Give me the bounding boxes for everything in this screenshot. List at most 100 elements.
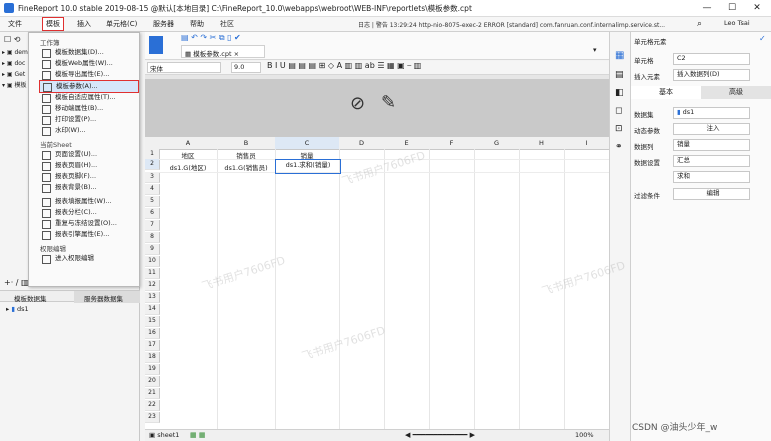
sheet-tab[interactable]: ▣ sheet1	[149, 431, 179, 439]
menu-item-adaptive-attributes[interactable]: 模板自适应属性(T)...	[39, 92, 137, 103]
row-header[interactable]: 3	[145, 172, 160, 183]
column-header-h[interactable]: H	[519, 137, 565, 150]
row-header[interactable]: 7	[145, 220, 160, 231]
column-header-b[interactable]: B	[217, 137, 276, 150]
sum-select[interactable]: 求和	[673, 171, 750, 183]
column-header-f[interactable]: F	[429, 137, 475, 150]
row-header[interactable]: 13	[145, 292, 160, 303]
menu-template[interactable]: 模板	[42, 17, 64, 31]
row-header[interactable]: 2	[145, 159, 160, 170]
dataset-item[interactable]: ▸ ▮ ds1	[6, 305, 29, 313]
data-column-select[interactable]: 销量	[673, 139, 750, 151]
tree-item[interactable]: ▸ ▣ doc	[2, 58, 28, 69]
sidebar-toolbar-icons[interactable]: ☐ ⟲	[4, 35, 20, 44]
menu-file[interactable]: 文件	[8, 19, 22, 29]
row-header[interactable]: 23	[145, 412, 160, 423]
row-header[interactable]: 10	[145, 256, 160, 267]
tree-item[interactable]: ▸ ▣ Get	[2, 69, 28, 80]
menu-cell[interactable]: 单元格(C)	[106, 19, 137, 29]
search-icon[interactable]: ⌕	[697, 19, 702, 29]
menu-item-watermark[interactable]: 水印(W)...	[39, 125, 137, 136]
horizontal-scrollbar[interactable]: ◀ ━━━━━━━━━━━━━ ▶	[405, 431, 475, 439]
minimize-button[interactable]: —	[700, 2, 714, 14]
user-name[interactable]: Leo Tsai	[724, 19, 750, 27]
cell-c2-selected[interactable]: ds1.求和(销量)	[275, 159, 341, 174]
column-header-e[interactable]: E	[384, 137, 430, 150]
menu-item-print-settings[interactable]: 打印设置(P)...	[39, 114, 137, 125]
tree-item[interactable]: ▸ ▣ dem	[2, 47, 28, 58]
condition-icon[interactable]: ⊡	[615, 124, 623, 134]
tab-list-icon[interactable]: ▾	[593, 46, 597, 54]
style-icon[interactable]: ◧	[615, 88, 624, 98]
column-header-c[interactable]: C	[275, 137, 340, 150]
row-header[interactable]: 19	[145, 364, 160, 375]
row-header[interactable]: 18	[145, 352, 160, 363]
spreadsheet-grid[interactable]: A B C D E F G H I 1 2 3 4 5 6 7 8 9 10 1…	[145, 137, 610, 429]
row-header[interactable]: 6	[145, 208, 160, 219]
row-header[interactable]: 15	[145, 316, 160, 327]
menu-item-fill-attributes[interactable]: 报表填报属性(W)...	[39, 196, 137, 207]
designer-mode-icon[interactable]	[149, 36, 163, 54]
menu-item-page-setup[interactable]: 页面设置(U)...	[39, 149, 137, 160]
inject-button[interactable]: 注入	[673, 123, 750, 135]
menu-item-template-dataset[interactable]: 模板数据集(D)...	[39, 47, 137, 58]
quick-toolbar-icons[interactable]: ▤ ↶ ↷ ✂ ⧉ ▯ ✔	[181, 33, 241, 43]
format-buttons[interactable]: B I U ▤ ▤ ▤ ⊞ ◇ A ▥ ▥ ab ☰ ▦ ▣ ⎯ ▥	[267, 61, 421, 71]
menu-item-report-header[interactable]: 报表页眉(H)...	[39, 160, 137, 171]
aggregate-select[interactable]: 汇总	[673, 155, 750, 167]
cell-element-icon[interactable]: ▦	[615, 50, 624, 61]
maximize-button[interactable]: ☐	[725, 2, 739, 14]
dataset-select[interactable]: ▮ ds1	[673, 107, 750, 119]
menu-item-engine-attributes[interactable]: 报表引擎属性(E)...	[39, 229, 137, 240]
edit-filter-button[interactable]: 编辑	[673, 188, 750, 200]
cell-attribute-icon[interactable]: ▤	[615, 70, 624, 80]
menu-item-enter-permission-edit[interactable]: 进入权限编辑	[39, 253, 137, 264]
cell-a2[interactable]: ds1.G(地区)	[159, 162, 217, 172]
row-header[interactable]: 16	[145, 328, 160, 339]
cell-name-field[interactable]: C2	[673, 53, 750, 65]
tab-basic[interactable]: 基本	[631, 86, 701, 99]
menu-help[interactable]: 帮助	[190, 19, 204, 29]
tab-template-datasets[interactable]: 模板数据集	[14, 293, 47, 303]
cell-b1[interactable]: 销售员	[217, 150, 275, 160]
close-button[interactable]: ✕	[750, 2, 764, 14]
row-header[interactable]: 8	[145, 232, 160, 243]
editor-tab[interactable]: ▦ 模板参数.cpt ×	[181, 45, 265, 58]
menu-item-report-background[interactable]: 报表背景(B)...	[39, 182, 137, 193]
row-header[interactable]: 20	[145, 376, 160, 387]
menu-item-report-footer[interactable]: 报表页脚(F)...	[39, 171, 137, 182]
menu-item-web-attributes[interactable]: 模板Web属性(W)...	[39, 58, 137, 69]
cell-a1[interactable]: 地区	[159, 150, 217, 160]
menu-item-columns[interactable]: 报表分栏(C)...	[39, 207, 137, 218]
row-header[interactable]: 12	[145, 280, 160, 291]
tab-server-datasets[interactable]: 服务器数据集	[74, 291, 140, 303]
menu-insert[interactable]: 插入	[77, 19, 91, 29]
column-header-i[interactable]: I	[564, 137, 610, 150]
column-header-a[interactable]: A	[159, 137, 218, 150]
tab-advanced[interactable]: 高级	[701, 86, 771, 99]
row-header[interactable]: 21	[145, 388, 160, 399]
menu-community[interactable]: 社区	[220, 19, 234, 29]
zoom-level[interactable]: 100%	[575, 431, 594, 439]
menu-server[interactable]: 服务器	[153, 19, 174, 29]
font-name-select[interactable]: 宋体	[147, 62, 221, 73]
row-header[interactable]: 14	[145, 304, 160, 315]
hyperlink-icon[interactable]: ⚭	[615, 142, 623, 152]
row-header[interactable]: 9	[145, 244, 160, 255]
cell-b2[interactable]: ds1.G(销售员)	[217, 162, 275, 172]
menu-item-mobile-attributes[interactable]: 移动端属性(B)...	[39, 103, 137, 114]
column-header-g[interactable]: G	[474, 137, 520, 150]
insert-element-select[interactable]: 插入数据列(D)	[673, 69, 750, 81]
row-header[interactable]: 17	[145, 340, 160, 351]
row-header[interactable]: 4	[145, 184, 160, 195]
add-sheet-icons[interactable]: ▦ ▦	[190, 431, 205, 439]
row-header[interactable]: 5	[145, 196, 160, 207]
menu-item-export-attributes[interactable]: 模板导出属性(E)...	[39, 69, 137, 80]
log-message[interactable]: 日志 | 警告 13:29:24 http-nio-8075-exec-2 ER…	[358, 20, 665, 29]
hide-icon[interactable]: ⊘	[350, 93, 365, 114]
row-header[interactable]: 11	[145, 268, 160, 279]
tree-item[interactable]: ▾ ▣ 模板	[2, 80, 28, 91]
menu-item-repeat-freeze[interactable]: 重复与冻结设置(O)...	[39, 218, 137, 229]
collapse-icon[interactable]: ✓	[759, 34, 766, 43]
edit-pencil-icon[interactable]: ✎	[381, 92, 396, 113]
